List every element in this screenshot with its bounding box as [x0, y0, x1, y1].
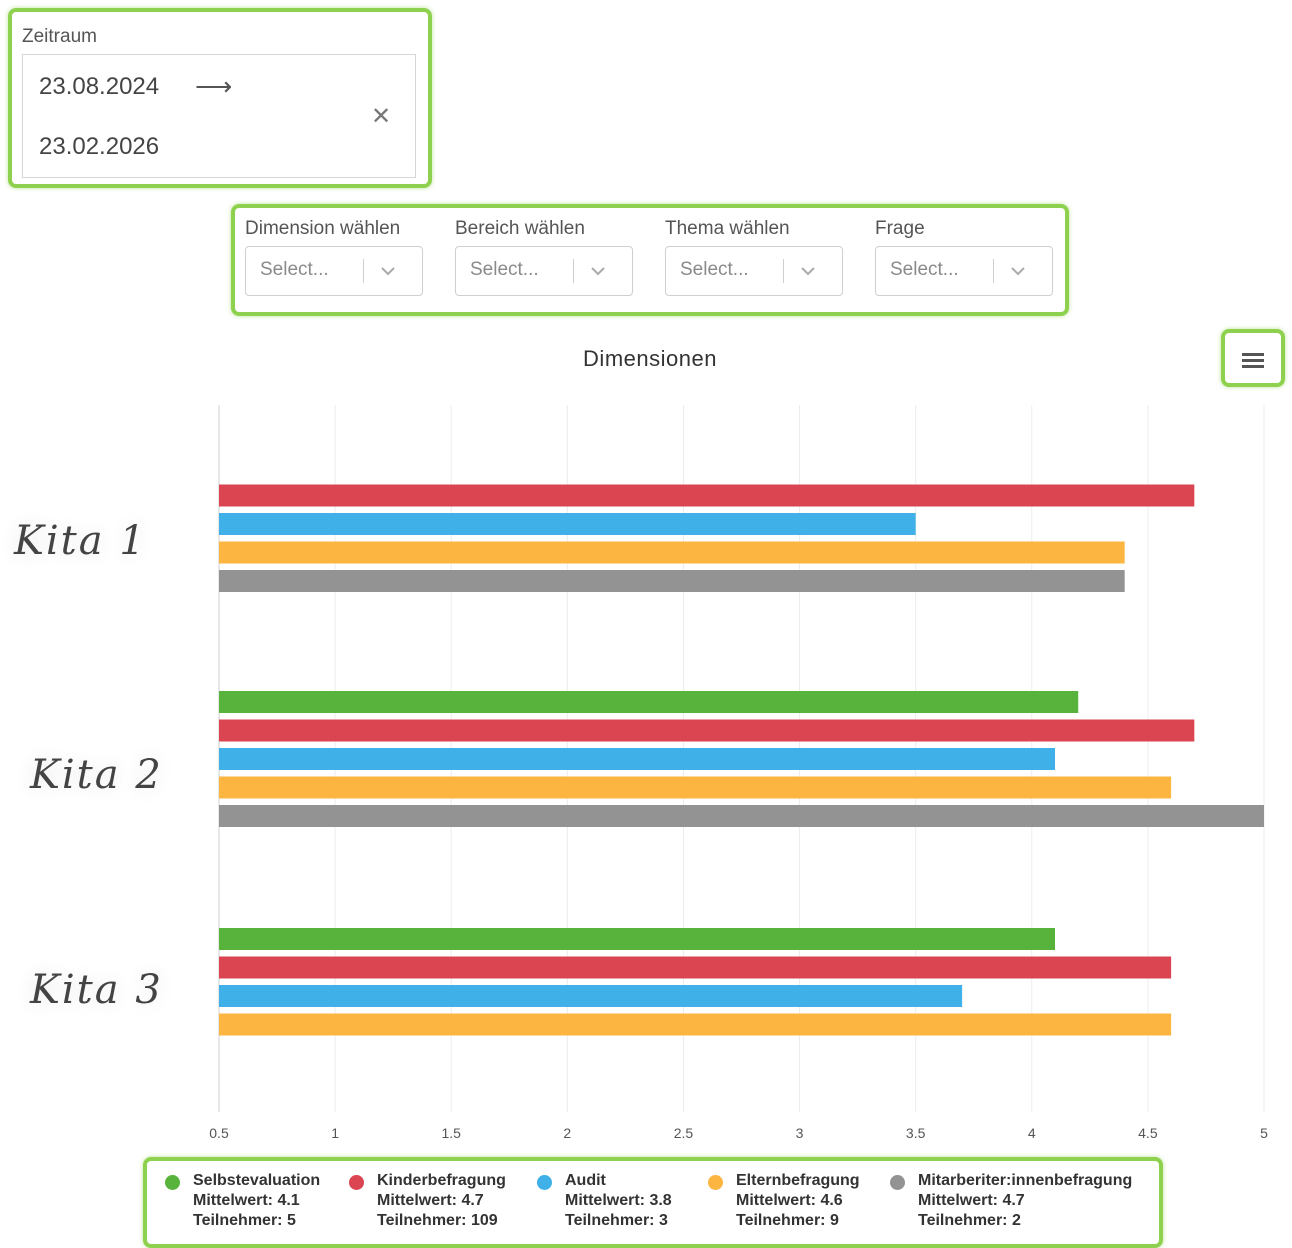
- legend-series-name: Kinderbefragung: [377, 1172, 506, 1189]
- x-tick-label: 3.5: [906, 1125, 926, 1141]
- legend-teilnehmer: Teilnehmer: 109: [377, 1212, 498, 1229]
- legend-series-name: Elternbefragung: [736, 1172, 860, 1189]
- bars: [219, 484, 1264, 1036]
- legend-teilnehmer: Teilnehmer: 5: [193, 1212, 296, 1229]
- x-tick-label: 3: [796, 1125, 804, 1141]
- bar[interactable]: [219, 928, 1055, 950]
- legend-teilnehmer: Teilnehmer: 3: [565, 1212, 668, 1229]
- legend-dot: [708, 1175, 723, 1190]
- legend-series-name: Mitarberiter:innenbefragung: [918, 1172, 1133, 1189]
- legend-dot: [165, 1175, 180, 1190]
- x-tick-label: 4: [1028, 1125, 1036, 1141]
- legend-dot: [349, 1175, 364, 1190]
- x-tick-label: 2.5: [674, 1125, 694, 1141]
- x-tick-label: 1: [331, 1125, 339, 1141]
- legend-series-name: Selbstevaluation: [193, 1172, 321, 1189]
- bar[interactable]: [219, 513, 916, 535]
- bar[interactable]: [219, 1013, 1172, 1036]
- legend-mittelwert: Mittelwert: 4.7: [377, 1192, 484, 1209]
- legend-dot: [537, 1175, 552, 1190]
- bar[interactable]: [219, 691, 1079, 713]
- bar[interactable]: [219, 541, 1125, 564]
- bar[interactable]: [219, 985, 963, 1007]
- x-tick-label: 0.5: [209, 1125, 229, 1141]
- x-axis-ticks: 0.5 1 1.5 2 2.5 3 3.5 4 4.5 5: [209, 1125, 1268, 1141]
- bar[interactable]: [219, 719, 1195, 742]
- bar[interactable]: [219, 484, 1195, 507]
- legend-teilnehmer: Teilnehmer: 2: [918, 1212, 1021, 1229]
- legend-dot: [890, 1175, 905, 1190]
- bar[interactable]: [219, 805, 1264, 827]
- legend-mittelwert: Mittelwert: 3.8: [565, 1192, 672, 1209]
- bar-chart: 0.5 1 1.5 2 2.5 3 3.5 4 4.5 5: [209, 405, 1268, 1141]
- bar[interactable]: [219, 748, 1055, 770]
- legend-teilnehmer: Teilnehmer: 9: [736, 1212, 839, 1229]
- legend-series-name: Audit: [565, 1172, 606, 1189]
- chart-legend: Selbstevaluation Mittelwert: 4.1 Teilneh…: [143, 1157, 1163, 1248]
- x-tick-label: 1.5: [441, 1125, 461, 1141]
- x-tick-label: 5: [1260, 1125, 1268, 1141]
- bar[interactable]: [219, 570, 1125, 592]
- bar[interactable]: [219, 956, 1172, 979]
- legend-mittelwert: Mittelwert: 4.7: [918, 1192, 1025, 1209]
- x-tick-label: 2: [563, 1125, 571, 1141]
- legend-mittelwert: Mittelwert: 4.6: [736, 1192, 843, 1209]
- legend-mittelwert: Mittelwert: 4.1: [193, 1192, 300, 1209]
- x-tick-label: 4.5: [1138, 1125, 1158, 1141]
- bar[interactable]: [219, 776, 1172, 799]
